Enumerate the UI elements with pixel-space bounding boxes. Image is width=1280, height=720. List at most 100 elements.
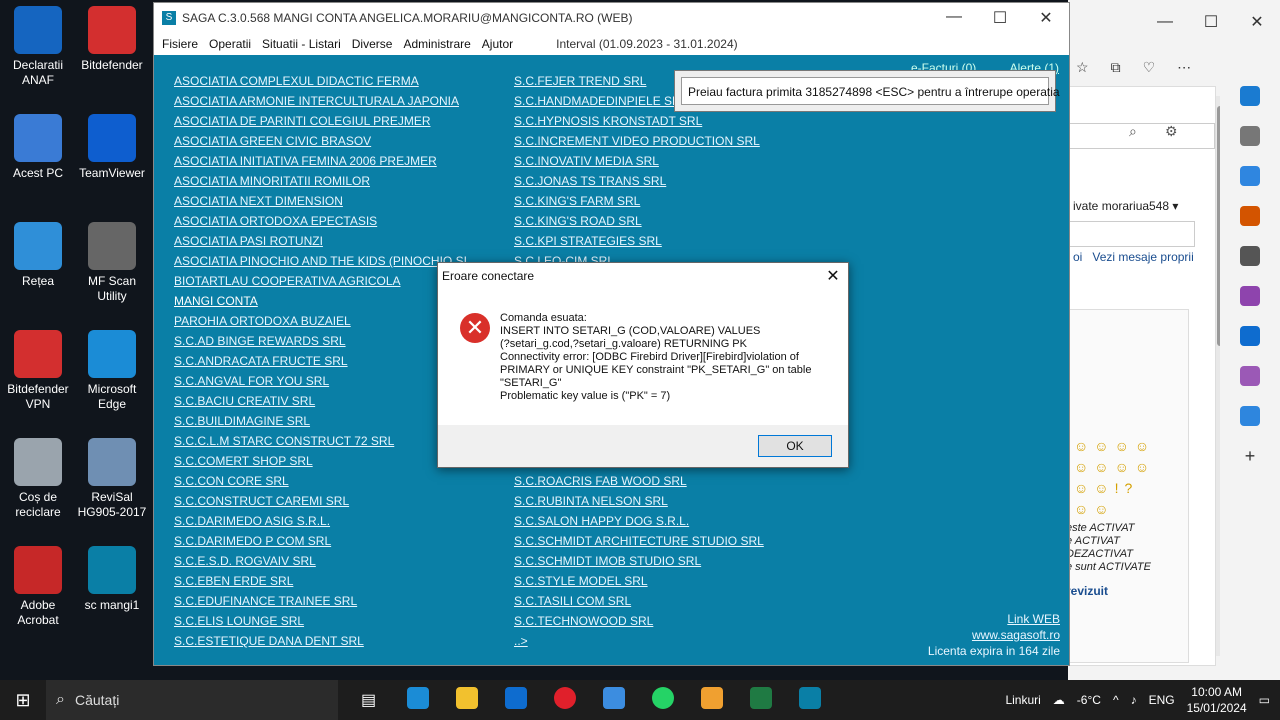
emoji-grid[interactable]: ☺☺☺☺ ☺☺☺☺ ☺☺!? ☺☺ (1074, 436, 1155, 520)
company-link[interactable]: S.C.SALON HAPPY DOG S.R.L. (514, 513, 764, 533)
taskbar-search[interactable]: ⌕ Căutați (46, 680, 338, 720)
company-link[interactable]: S.C.JONAS TS TRANS SRL (514, 173, 760, 193)
company-link[interactable]: S.C.KPI STRATEGIES SRL (514, 233, 760, 253)
company-link[interactable]: S.C.BACIU CREATIV SRL (174, 393, 467, 413)
company-link[interactable]: BIOTARTLAU COOPERATIVA AGRICOLA (174, 273, 467, 293)
site-link[interactable]: www.sagasoft.ro (928, 627, 1060, 643)
language-indicator[interactable]: ENG (1149, 693, 1175, 707)
desktop-shortcut[interactable]: Microsoft Edge (74, 330, 150, 412)
desktop-shortcut[interactable]: Adobe Acrobat (0, 546, 76, 628)
outlook-icon[interactable] (1240, 326, 1260, 346)
company-link[interactable]: S.C.INCREMENT VIDEO PRODUCTION SRL (514, 133, 760, 153)
user-menu[interactable]: ivate morariua548 ▾ (1073, 199, 1178, 213)
gear-icon[interactable]: ⚙ (1165, 123, 1178, 140)
company-link[interactable]: S.C.TECHNOWOOD SRL (514, 613, 764, 633)
menu-ajutor[interactable]: Ajutor (482, 37, 513, 51)
company-link[interactable]: S.C.DARIMEDO P COM SRL (174, 533, 467, 553)
whatsapp-taskbar-icon[interactable] (638, 686, 687, 714)
company-link[interactable]: ASOCIATIA MINORITATII ROMILOR (174, 173, 467, 193)
menu-operatii[interactable]: Operatii (209, 37, 251, 51)
company-link[interactable]: S.C.BUILDIMAGINE SRL (174, 413, 467, 433)
minimize-icon[interactable]: — (931, 8, 977, 28)
designer-icon[interactable] (1240, 366, 1260, 386)
desktop-shortcut[interactable]: Coș de reciclare (0, 438, 76, 520)
company-link[interactable]: S.C.TASILI COM SRL (514, 593, 764, 613)
close-icon[interactable]: ✕ (1023, 8, 1069, 28)
company-link[interactable]: S.C.ESTETIQUE DANA DENT SRL (174, 633, 467, 653)
briefcase-icon[interactable] (1240, 206, 1260, 226)
company-link[interactable]: ASOCIATIA ARMONIE INTERCULTURALA JAPONIA (174, 93, 467, 113)
company-link[interactable]: S.C.AD BINGE REWARDS SRL (174, 333, 467, 353)
interval-label[interactable]: Interval (01.09.2023 - 31.01.2024) (556, 37, 737, 51)
desktop-shortcut[interactable]: sc mangi1 (74, 546, 150, 613)
company-link[interactable]: S.C.CON CORE SRL (174, 473, 467, 493)
invision-taskbar-icon[interactable] (687, 686, 736, 714)
company-link[interactable]: S.C.CONSTRUCT CAREMI SRL (174, 493, 467, 513)
company-link[interactable]: S.C.SCHMIDT ARCHITECTURE STUDIO SRL (514, 533, 764, 553)
people-icon[interactable] (1240, 246, 1260, 266)
explorer-taskbar-icon[interactable] (442, 686, 491, 714)
forum-search-input[interactable] (1069, 123, 1215, 149)
menu-situatii[interactable]: Situatii - Listari (262, 37, 341, 51)
notifications-icon[interactable]: ▭ (1259, 693, 1270, 707)
more-icon[interactable]: ⋯ (1177, 59, 1191, 76)
company-link[interactable]: S.C.E.S.D. ROGVAIV SRL (174, 553, 467, 573)
close-icon[interactable]: ✕ (818, 266, 848, 286)
company-link[interactable]: ASOCIATIA PINOCHIO AND THE KIDS (PINOCHI… (174, 253, 467, 273)
company-link[interactable]: S.C.HYPNOSIS KRONSTADT SRL (514, 113, 760, 133)
company-link[interactable]: S.C.SCHMIDT IMOB STUDIO SRL (514, 553, 764, 573)
company-link[interactable]: S.C.ROACRIS FAB WOOD SRL (514, 473, 764, 493)
company-link[interactable]: S.C.INOVATIV MEDIA SRL (514, 153, 760, 173)
company-link[interactable]: S.C.EDUFINANCE TRAINEE SRL (174, 593, 467, 613)
favorites-icon[interactable]: ☆ (1076, 59, 1089, 76)
company-link[interactable]: S.C.KING'S FARM SRL (514, 193, 760, 213)
office-icon[interactable] (1240, 286, 1260, 306)
company-link[interactable]: S.C.ELIS LOUNGE SRL (174, 613, 467, 633)
windows-start-icon[interactable]: ⊞ (0, 690, 46, 711)
opera-taskbar-icon[interactable] (540, 686, 589, 714)
search-sidebar-icon[interactable] (1240, 126, 1260, 146)
tag-icon[interactable] (1240, 166, 1260, 186)
company-link[interactable]: S.C.KING'S ROAD SRL (514, 213, 760, 233)
company-link[interactable]: S.C.DARIMEDO ASIG S.R.L. (174, 513, 467, 533)
company-link[interactable]: ASOCIATIA ORTODOXA EPECTASIS (174, 213, 467, 233)
send-icon[interactable] (1240, 406, 1260, 426)
saga-taskbar-icon[interactable] (785, 686, 834, 714)
company-link[interactable]: S.C.C.L.M STARC CONSTRUCT 72 SRL (174, 433, 467, 453)
company-link[interactable]: ASOCIATIA PASI ROTUNZI (174, 233, 467, 253)
company-link[interactable]: ASOCIATIA INITIATIVA FEMINA 2006 PREJMER (174, 153, 467, 173)
add-icon[interactable]: + (1240, 446, 1260, 466)
desktop-shortcut[interactable]: MF Scan Utility (74, 222, 150, 304)
excel-taskbar-icon[interactable] (736, 686, 785, 714)
collections-icon[interactable]: ⧉ (1111, 59, 1121, 76)
close-icon[interactable]: ✕ (1234, 12, 1280, 32)
store-taskbar-icon[interactable] (589, 686, 638, 714)
desktop-shortcut[interactable]: Bitdefender (74, 6, 150, 73)
company-link[interactable]: MANGI CONTA (174, 293, 467, 313)
desktop-shortcut[interactable]: ReviSal HG905-2017 (74, 438, 150, 520)
company-link[interactable]: S.C.ANDRACATA FRUCTE SRL (174, 353, 467, 373)
company-link[interactable]: S.C.ANGVAL FOR YOU SRL (174, 373, 467, 393)
weather-icon[interactable]: ☁ (1053, 693, 1065, 707)
ok-button[interactable]: OK (758, 435, 832, 457)
extensions-icon[interactable]: ♡ (1143, 59, 1156, 76)
search-icon[interactable]: ⌕ (1129, 123, 1137, 140)
link-messages[interactable]: oi (1073, 250, 1082, 264)
temperature[interactable]: -6°C (1077, 693, 1101, 707)
desktop-shortcut[interactable]: Acest PC (0, 114, 76, 181)
task-view-icon[interactable]: ▤ (344, 690, 393, 710)
menu-administrare[interactable]: Administrare (403, 37, 470, 51)
company-link[interactable]: ASOCIATIA NEXT DIMENSION (174, 193, 467, 213)
company-link[interactable]: S.C.STYLE MODEL SRL (514, 573, 764, 593)
company-link[interactable]: ..> (514, 633, 764, 653)
outlook-taskbar-icon[interactable] (491, 686, 540, 714)
menu-fisiere[interactable]: Fisiere (162, 37, 198, 51)
maximize-icon[interactable]: ☐ (1188, 12, 1234, 32)
company-link[interactable]: ASOCIATIA COMPLEXUL DIDACTIC FERMA (174, 73, 467, 93)
link-own-messages[interactable]: Vezi mesaje proprii (1092, 250, 1193, 264)
company-link[interactable]: S.C.RUBINTA NELSON SRL (514, 493, 764, 513)
clock[interactable]: 10:00 AM 15/01/2024 (1187, 684, 1247, 716)
edge-taskbar-icon[interactable] (393, 686, 442, 714)
menu-diverse[interactable]: Diverse (352, 37, 393, 51)
edge-input[interactable] (1069, 221, 1195, 247)
